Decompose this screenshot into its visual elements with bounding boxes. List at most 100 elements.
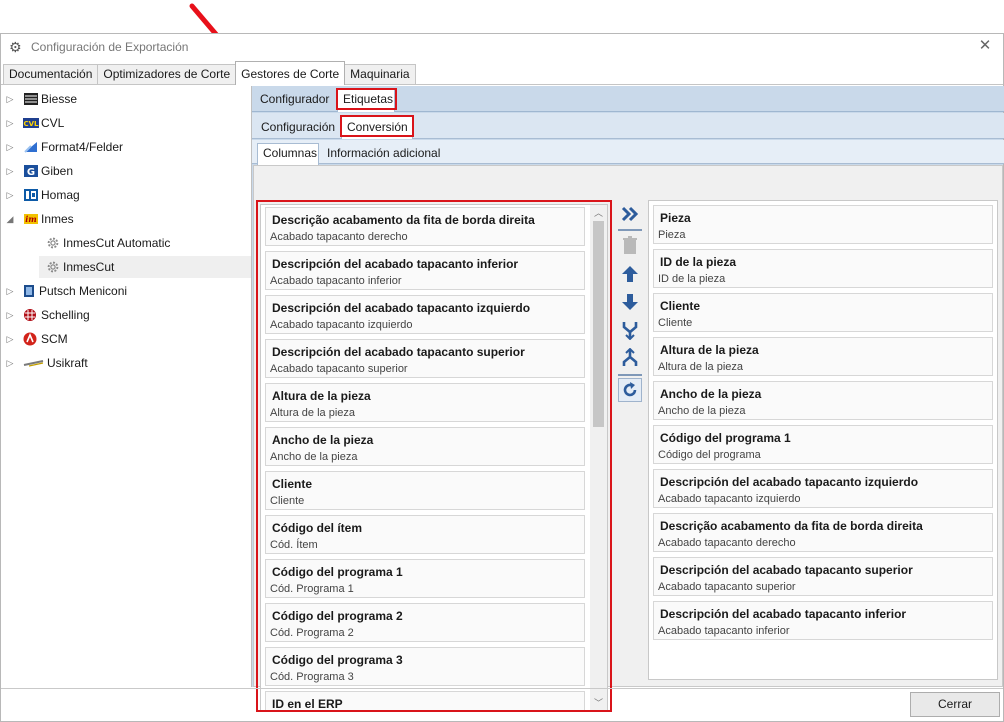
item-title: Cliente (660, 299, 701, 313)
tab-informacion-adicional[interactable]: Información adicional (327, 146, 440, 160)
expand-icon[interactable]: ▷ (5, 190, 15, 201)
format4-icon (24, 142, 37, 153)
list-item[interactable]: Descripción del acabado tapacanto superi… (653, 557, 993, 596)
cerrar-button[interactable]: Cerrar (910, 692, 1000, 717)
gear-icon (47, 237, 59, 249)
tree-item-label: Giben (41, 164, 74, 178)
tree-item-giben[interactable]: ▷ G Giben (5, 160, 251, 182)
tab-configuracion[interactable]: Configuración (261, 120, 335, 134)
tree-item-label: Inmes (41, 212, 74, 226)
tree-item-label: Homag (41, 188, 80, 202)
biesse-icon (24, 93, 38, 105)
double-chevron-right-icon[interactable] (618, 202, 642, 226)
footer-divider (1, 688, 1003, 689)
window-title: Configuración de Exportación (31, 40, 189, 54)
expand-icon[interactable]: ▷ (5, 286, 15, 297)
refresh-icon[interactable] (618, 378, 642, 402)
list-item[interactable]: Altura de la pieza Altura de la pieza (653, 337, 993, 376)
toolbar-separator (618, 229, 642, 231)
transfer-toolbar (616, 200, 646, 420)
tree-item-scm[interactable]: ▷ SCM (5, 328, 251, 350)
tree-item-label: Biesse (41, 92, 78, 106)
subtabs-level2: Configuración Conversión (252, 113, 1004, 139)
item-title: ID de la pieza (660, 255, 737, 269)
highlight-box (256, 200, 612, 712)
tree-item-putsch-meniconi[interactable]: ▷ Putsch Meniconi (5, 280, 251, 302)
tree-item-label: Putsch Meniconi (39, 284, 128, 298)
list-item[interactable]: ID de la pieza ID de la pieza (653, 249, 993, 288)
list-item[interactable]: Descrição acabamento da fita de borda di… (653, 513, 993, 552)
item-title: Ancho de la pieza (660, 387, 762, 401)
tree-item-label: Format4/Felder (41, 140, 124, 154)
main-tabs: Documentación Optimizadores de Corte Ges… (3, 61, 416, 85)
trash-icon[interactable] (618, 233, 642, 257)
item-subtitle: Acabado tapacanto izquierdo (658, 493, 801, 505)
item-subtitle: Acabado tapacanto superior (658, 581, 796, 593)
tree-item-schelling[interactable]: ▷ Schelling (5, 304, 251, 326)
tabs-divider (1, 84, 1003, 85)
expand-icon[interactable]: ▷ (5, 94, 15, 105)
list-item[interactable]: Descripción del acabado tapacanto inferi… (653, 601, 993, 640)
tab-configurador[interactable]: Configurador (260, 92, 329, 106)
tree-item-label: Schelling (41, 308, 90, 322)
tree-item-usikraft[interactable]: ▷ Usikraft (5, 352, 251, 374)
gear-icon (47, 261, 59, 273)
item-title: Código del programa 1 (660, 431, 791, 445)
gear-icon: ⚙ (9, 39, 22, 55)
tab-columnas[interactable]: Columnas (263, 146, 317, 160)
merge-icon[interactable] (618, 318, 642, 342)
tab-documentacion[interactable]: Documentación (3, 64, 99, 84)
tree-item-label: InmesCut (63, 260, 115, 274)
item-title: Descrição acabamento da fita de borda di… (660, 519, 923, 533)
tree-item-inmescut-automatic[interactable]: InmesCut Automatic (39, 232, 251, 254)
item-subtitle: Pieza (658, 229, 686, 241)
tree-item-format4[interactable]: ▷ Format4/Felder (5, 136, 251, 158)
expand-icon[interactable]: ▷ (5, 358, 15, 369)
tree-item-inmescut[interactable]: InmesCut (39, 256, 251, 278)
item-subtitle: Ancho de la pieza (658, 405, 746, 417)
tree-item-homag[interactable]: ▷ Homag (5, 184, 251, 206)
title-bar: ⚙ Configuración de Exportación ✕ (1, 34, 1003, 60)
item-subtitle: ID de la pieza (658, 273, 726, 285)
schelling-icon (24, 309, 36, 321)
list-item[interactable]: Ancho de la pieza Ancho de la pieza (653, 381, 993, 420)
list-item[interactable]: Pieza Pieza (653, 205, 993, 244)
list-item[interactable]: Cliente Cliente (653, 293, 993, 332)
item-title: Descripción del acabado tapacanto izquie… (660, 475, 919, 489)
item-title: Pieza (660, 211, 691, 225)
tree-item-biesse[interactable]: ▷ Biesse (5, 88, 251, 110)
expand-icon[interactable]: ▷ (5, 142, 15, 153)
split-icon[interactable] (618, 346, 642, 370)
svg-text:G: G (27, 167, 35, 178)
tree-item-cvl[interactable]: ▷ CVL CVL (5, 112, 251, 134)
tree-item-label: SCM (41, 332, 68, 346)
list-item[interactable]: Código del programa 1 Código del programa (653, 425, 993, 464)
manager-tree: ▷ Biesse ▷ CVL CVL ▷ Format4/Felder ▷ G … (1, 86, 251, 686)
selected-columns-list[interactable]: Pieza Pieza ID de la pieza ID de la pieza … (648, 200, 998, 680)
expand-icon[interactable]: ▷ (5, 334, 15, 345)
expand-icon[interactable]: ▷ (5, 166, 15, 177)
collapse-icon[interactable]: ◢ (5, 214, 15, 225)
giben-icon: G (24, 165, 38, 178)
item-subtitle: Cliente (658, 317, 693, 329)
tree-item-label: Usikraft (47, 356, 88, 370)
svg-text:im: im (25, 214, 37, 224)
columns-content: Descrição acabamento da fita de borda di… (253, 165, 1003, 712)
svg-text:CVL: CVL (23, 120, 39, 128)
item-subtitle: Código del programa (658, 449, 761, 461)
export-config-window: ⚙ Configuración de Exportación ✕ Documen… (0, 33, 1004, 722)
item-subtitle: Acabado tapacanto derecho (658, 537, 796, 549)
inmes-icon: im (24, 214, 38, 224)
right-pane: Configurador Etiquetas Configuración Con… (251, 86, 1004, 712)
expand-icon[interactable]: ▷ (5, 310, 15, 321)
list-item[interactable]: Descripción del acabado tapacanto izquie… (653, 469, 993, 508)
expand-icon[interactable]: ▷ (5, 118, 15, 129)
tree-item-inmes[interactable]: ◢ im Inmes (5, 208, 251, 230)
arrow-up-icon[interactable] (618, 262, 642, 286)
item-title: Altura de la pieza (660, 343, 759, 357)
tab-maquinaria[interactable]: Maquinaria (344, 64, 416, 84)
tab-gestores-de-corte[interactable]: Gestores de Corte (235, 61, 346, 85)
arrow-down-icon[interactable] (618, 290, 642, 314)
close-icon[interactable]: ✕ (977, 38, 993, 54)
tab-optimizadores-de-corte[interactable]: Optimizadores de Corte (97, 64, 237, 84)
